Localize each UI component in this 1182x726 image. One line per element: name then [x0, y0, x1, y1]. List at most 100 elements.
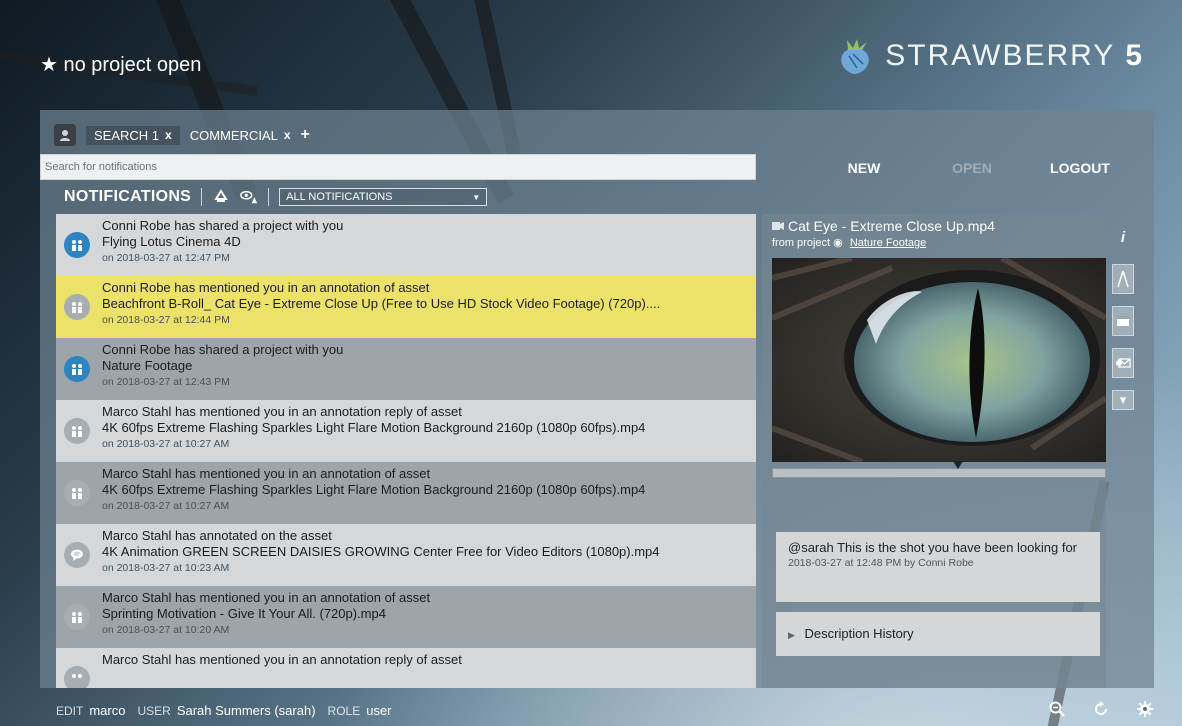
mention-icon: [64, 666, 90, 688]
notification-subject: Beachfront B-Roll_ Cat Eye - Extreme Clo…: [102, 296, 661, 311]
notification-subject: 4K 60fps Extreme Flashing Sparkles Light…: [102, 482, 646, 497]
notification-timestamp: on 2018-03-27 at 10:27 AM: [102, 500, 230, 512]
open-button[interactable]: OPEN: [918, 158, 1026, 178]
mention-icon: [64, 418, 90, 444]
list-item[interactable]: Marco Stahl has mentioned you in an anno…: [56, 462, 756, 524]
status-footer: EDIT marco USER Sarah Summers (sarah) RO…: [56, 703, 392, 718]
asset-detail-panel: Cat Eye - Extreme Close Up.mp4 from proj…: [762, 214, 1106, 688]
role-value: user: [366, 703, 392, 718]
logout-button[interactable]: LOGOUT: [1026, 158, 1134, 178]
notification-timestamp: on 2018-03-27 at 12:43 PM: [102, 376, 230, 388]
search-input[interactable]: Search for notifications: [40, 154, 756, 180]
asset-title: Cat Eye - Extreme Close Up.mp4: [772, 218, 995, 234]
list-item[interactable]: Conni Robe has shared a project with you…: [56, 214, 756, 276]
main-panel: SEARCH 1 x COMMERCIAL x + Search for not…: [40, 110, 1154, 688]
brand-name: STRAWBERRY: [885, 39, 1116, 72]
notification-title: Marco Stahl has annotated on the asset: [102, 528, 332, 543]
video-timeline-scrubber[interactable]: [772, 461, 1106, 478]
list-item[interactable]: Marco Stahl has mentioned you in an anno…: [56, 648, 756, 688]
project-status[interactable]: ★ no project open: [40, 52, 201, 77]
notification-title: Marco Stahl has mentioned you in an anno…: [102, 652, 462, 667]
list-item[interactable]: Conni Robe has mentioned you in an annot…: [56, 276, 756, 338]
compass-icon[interactable]: [1112, 264, 1134, 294]
notification-subject: Flying Lotus Cinema 4D: [102, 234, 241, 249]
tab-search-1[interactable]: SEARCH 1 x: [86, 125, 180, 145]
new-button[interactable]: NEW: [810, 158, 918, 178]
video-frame: [772, 258, 1106, 462]
refresh-icon[interactable]: [1092, 700, 1110, 718]
comment-text: @sarah This is the shot you have been lo…: [788, 540, 1078, 555]
notification-title: Marco Stahl has mentioned you in an anno…: [102, 590, 431, 605]
notification-title: Conni Robe has shared a project with you: [102, 218, 344, 233]
notification-timestamp: on 2018-03-27 at 10:20 AM: [102, 624, 230, 636]
chevron-down-icon: ▼: [472, 192, 481, 202]
tab-label: SEARCH 1: [94, 127, 160, 143]
list-item[interactable]: Marco Stahl has annotated on the asset 4…: [56, 524, 756, 586]
video-player[interactable]: [772, 258, 1106, 462]
notification-subject: Sprinting Motivation - Give It Your All.…: [102, 606, 386, 621]
divider: [268, 188, 270, 206]
project-link[interactable]: Nature Footage: [850, 237, 926, 249]
action-bar: NEW OPEN LOGOUT: [810, 158, 1134, 178]
search-tabs: SEARCH 1 x COMMERCIAL x +: [54, 124, 310, 146]
shared-project-icon: [64, 356, 90, 382]
asset-source: from project ◉ Nature Footage: [772, 236, 926, 249]
recycle-icon[interactable]: [212, 188, 230, 206]
list-item[interactable]: Marco Stahl has mentioned you in an anno…: [56, 400, 756, 462]
notification-title: Marco Stahl has mentioned you in an anno…: [102, 466, 431, 481]
description-history-label: Description History: [804, 626, 914, 641]
notification-title: Marco Stahl has mentioned you in an anno…: [102, 404, 462, 419]
gear-icon[interactable]: [1136, 700, 1154, 718]
notification-title: Conni Robe has shared a project with you: [102, 342, 344, 357]
from-project-label: from project: [772, 237, 831, 249]
notification-subject: Nature Footage: [102, 358, 193, 373]
mention-icon: [64, 294, 90, 320]
notification-timestamp: on 2018-03-27 at 12:44 PM: [102, 314, 230, 326]
tab-close-icon[interactable]: x: [165, 128, 172, 142]
comment-icon: [64, 542, 90, 568]
divider: [201, 188, 203, 206]
notifications-title: NOTIFICATIONS: [64, 188, 192, 205]
mention-icon: [64, 480, 90, 506]
description-history-toggle[interactable]: ▶ Description History: [776, 612, 1100, 656]
user-icon: [60, 130, 70, 141]
notification-subject: 4K Animation GREEN SCREEN DAISIES GROWIN…: [102, 544, 660, 559]
project-radio-icon: ◉: [833, 237, 843, 249]
zoom-out-icon[interactable]: [1048, 700, 1066, 718]
user-label: USER: [137, 704, 171, 718]
notifications-header: NOTIFICATIONS ALL NOTIFICATIONS ▼: [64, 188, 488, 206]
add-tab-button[interactable]: +: [301, 126, 310, 144]
info-icon[interactable]: i: [1112, 222, 1134, 252]
user-value: Sarah Summers (sarah): [176, 703, 316, 718]
notification-list: Conni Robe has shared a project with you…: [56, 214, 756, 688]
list-item[interactable]: Marco Stahl has mentioned you in an anno…: [56, 586, 756, 648]
notification-subject: 4K 60fps Extreme Flashing Sparkles Light…: [102, 420, 646, 435]
user-avatar-tab[interactable]: [54, 124, 76, 146]
star-icon: ★: [40, 54, 58, 76]
brand-version: 5: [1125, 39, 1142, 72]
comment-meta: 2018-03-27 at 12:48 PM by Conni Robe: [788, 557, 974, 569]
email-share-icon[interactable]: [1112, 348, 1134, 378]
notification-timestamp: on 2018-03-27 at 12:47 PM: [102, 252, 230, 264]
tab-close-icon[interactable]: x: [284, 128, 291, 142]
archive-icon[interactable]: [1112, 306, 1134, 336]
project-status-label: no project open: [63, 54, 202, 76]
mention-icon: [64, 604, 90, 630]
footer-toolbar: [1048, 700, 1154, 718]
shared-project-icon: [64, 232, 90, 258]
playhead-marker[interactable]: [953, 461, 963, 469]
edit-label: EDIT: [56, 704, 84, 718]
tab-label: COMMERCIAL: [189, 127, 278, 143]
list-item[interactable]: Conni Robe has shared a project with you…: [56, 338, 756, 400]
asset-title-text: Cat Eye - Extreme Close Up.mp4: [788, 218, 995, 234]
app-logo: STRAWBERRY 5: [835, 36, 1142, 76]
mark-read-icon[interactable]: [240, 188, 258, 206]
edit-value: marco: [89, 703, 126, 718]
chevron-down-icon[interactable]: ▾: [1112, 390, 1134, 410]
tab-commercial[interactable]: COMMERCIAL x: [190, 128, 291, 143]
notification-filter-select[interactable]: ALL NOTIFICATIONS ▼: [279, 188, 488, 206]
notification-timestamp: on 2018-03-27 at 10:27 AM: [102, 438, 230, 450]
notification-title: Conni Robe has mentioned you in an annot…: [102, 280, 430, 295]
notification-timestamp: on 2018-03-27 at 10:23 AM: [102, 562, 230, 574]
detail-side-toolbar: i ▾: [1112, 222, 1138, 410]
